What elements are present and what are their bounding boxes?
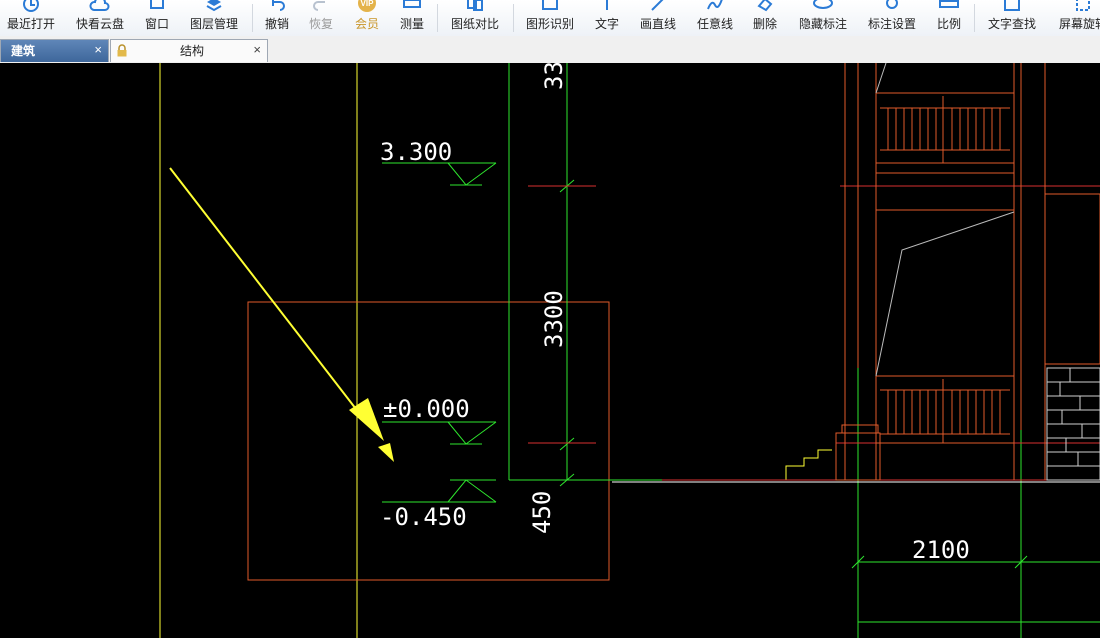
freehand-icon xyxy=(707,0,723,10)
window-label: 窗口 xyxy=(144,17,169,31)
toolbar-divider xyxy=(974,4,975,32)
dimension-label: 2100 xyxy=(912,536,970,564)
dimension-label: 33 xyxy=(540,63,568,90)
text-button[interactable]: 文字 xyxy=(590,0,624,36)
layers-label: 图层管理 xyxy=(189,17,238,31)
freehand-label: 任意线 xyxy=(696,17,733,31)
drawing-tab-bar: 建筑 × 结构 × xyxy=(0,36,1100,64)
redo-icon xyxy=(313,1,325,11)
scale-icon xyxy=(939,0,959,8)
undo-icon xyxy=(272,0,285,11)
compare-label: 图纸对比 xyxy=(450,17,499,31)
tab-architecture-label: 建筑 xyxy=(11,44,36,58)
delete-button[interactable]: 删除 xyxy=(748,0,782,36)
freehand-button[interactable]: 任意线 xyxy=(692,0,738,36)
redo-button[interactable]: 恢复 xyxy=(304,0,338,36)
vip-icon: VIP xyxy=(358,0,376,12)
window-icon xyxy=(150,0,164,9)
shape-recognition-label: 图形识别 xyxy=(525,17,574,31)
compare-button[interactable]: 图纸对比 xyxy=(445,0,505,36)
shape-recognition-icon xyxy=(542,0,558,10)
dimension-label: 3300 xyxy=(540,290,568,348)
elevation-label: 3.300 xyxy=(380,138,452,166)
vip-label: 会员 xyxy=(354,17,379,31)
undo-button[interactable]: 撤销 xyxy=(260,0,294,36)
annotation-settings-icon xyxy=(886,0,898,9)
toolbar-divider xyxy=(437,4,438,32)
vip-button[interactable]: VIP 会员 xyxy=(350,0,384,36)
main-toolbar: 最近打开 快看云盘 窗口 图层管理 撤销 恢复 VIP 会员 测量 图纸对比 图… xyxy=(0,0,1100,37)
text-search-icon xyxy=(1004,0,1020,11)
elevation-label: ±0.000 xyxy=(383,395,470,423)
measure-icon xyxy=(403,0,421,8)
eraser-icon xyxy=(757,0,773,12)
tab-architecture[interactable]: 建筑 × xyxy=(0,39,109,62)
recent-open-button[interactable]: 最近打开 xyxy=(2,0,60,36)
shape-recognition-button[interactable]: 图形识别 xyxy=(520,0,580,36)
svg-text:VIP: VIP xyxy=(361,0,375,8)
redo-label: 恢复 xyxy=(308,17,333,31)
drawing-canvas[interactable]: 3.300 ±0.000 -0.450 3300 450 2100 33 xyxy=(0,63,1100,638)
rotate-screen-label: 屏幕旋转 xyxy=(1058,17,1100,31)
elevation-label: -0.450 xyxy=(380,503,467,531)
dimension-label: 450 xyxy=(528,491,556,534)
close-icon[interactable]: × xyxy=(253,43,261,57)
line-icon xyxy=(651,0,664,11)
compare-icon xyxy=(467,0,483,11)
cloud-disk-button[interactable]: 快看云盘 xyxy=(70,0,130,36)
hide-annotation-icon xyxy=(813,0,833,9)
text-search-label: 文字查找 xyxy=(987,17,1036,31)
measure-label: 测量 xyxy=(399,17,424,31)
undo-label: 撤销 xyxy=(264,17,289,31)
scale-button[interactable]: 比例 xyxy=(932,0,966,36)
tab-structure[interactable]: 结构 × xyxy=(110,39,268,62)
rotate-screen-icon xyxy=(1076,0,1090,11)
hide-annotation-label: 隐藏标注 xyxy=(798,17,847,31)
delete-label: 删除 xyxy=(752,17,777,31)
text-label: 文字 xyxy=(594,17,619,31)
scale-label: 比例 xyxy=(936,17,961,31)
annotation-settings-button[interactable]: 标注设置 xyxy=(862,0,922,36)
layers-icon xyxy=(206,0,222,12)
window-button[interactable]: 窗口 xyxy=(138,0,176,36)
measure-button[interactable]: 测量 xyxy=(395,0,429,36)
recent-open-icon xyxy=(23,0,39,12)
line-label: 画直线 xyxy=(639,17,676,31)
recent-open-label: 最近打开 xyxy=(6,17,55,31)
line-button[interactable]: 画直线 xyxy=(634,0,682,36)
text-search-button[interactable]: 文字查找 xyxy=(982,0,1042,36)
cloud-disk-icon xyxy=(89,0,110,11)
lock-icon xyxy=(117,44,127,57)
hide-annotation-button[interactable]: 隐藏标注 xyxy=(794,0,852,36)
close-icon[interactable]: × xyxy=(94,43,102,57)
toolbar-divider xyxy=(252,4,253,32)
layers-button[interactable]: 图层管理 xyxy=(184,0,244,36)
tab-structure-label: 结构 xyxy=(180,44,205,58)
text-icon xyxy=(606,0,608,10)
cloud-disk-label: 快看云盘 xyxy=(75,17,124,31)
toolbar-divider xyxy=(513,4,514,32)
annotation-settings-label: 标注设置 xyxy=(867,17,916,31)
rotate-screen-button[interactable]: 屏幕旋转 xyxy=(1052,0,1100,36)
